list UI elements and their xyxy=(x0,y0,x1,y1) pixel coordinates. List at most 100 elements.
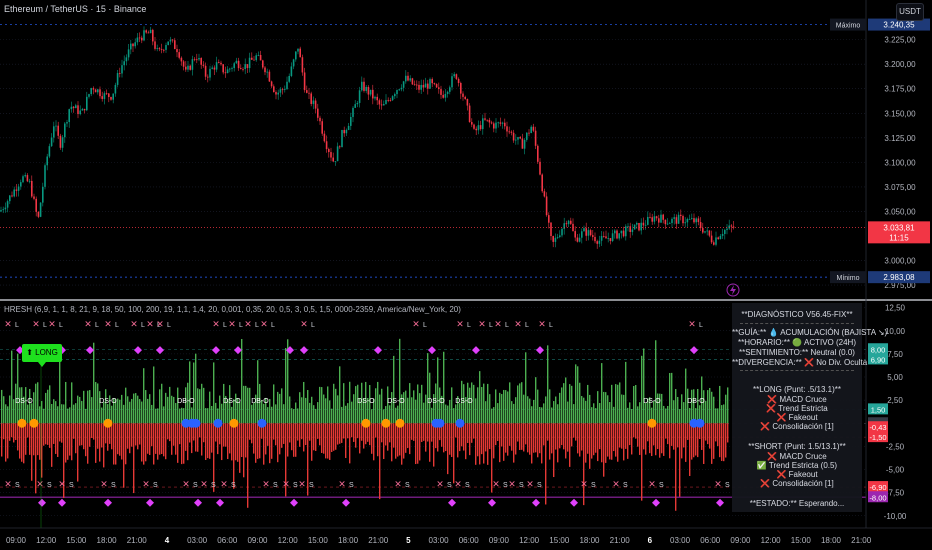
oscillator-bar-positive xyxy=(619,382,621,424)
oscillator-bar-positive xyxy=(45,392,47,424)
oscillator-bar-positive xyxy=(693,389,695,424)
candle-body xyxy=(314,100,317,109)
oscillator-bar-positive xyxy=(587,384,589,424)
oscillator-bar-negative xyxy=(573,423,575,438)
candle-body xyxy=(354,104,356,108)
time-tick-label: 12:00 xyxy=(519,536,540,545)
oscillator-bar-positive xyxy=(407,397,409,424)
oscillator-bar-positive xyxy=(43,408,45,424)
oscillator-bar-negative xyxy=(239,423,241,473)
oscillator-bar-positive xyxy=(213,362,215,424)
oscillator-bar-positive xyxy=(13,399,15,424)
time-tick-label: 15:00 xyxy=(549,536,570,545)
candle-body xyxy=(622,230,625,237)
oscillator-bar-negative xyxy=(339,423,341,444)
oscillator-bar-negative xyxy=(463,423,465,451)
oscillator-bar-negative xyxy=(637,423,639,447)
time-tick-label: 06:00 xyxy=(217,536,238,545)
candle-body xyxy=(532,126,535,131)
oscillator-bar-negative xyxy=(687,423,689,440)
candle-body xyxy=(53,126,55,138)
long-cross-marker: ✕ xyxy=(228,320,236,330)
candle-body xyxy=(156,48,158,50)
oscillator-bar-positive xyxy=(561,387,563,424)
trading-chart[interactable]: ✕ L ✕ L ✕ L ✕ L ✕ L ✕ L ✕ L ✕ L ✕ L ✕ L ✕ L ✕ L ✕ L ✕ L ✕ L ✕ L ✕ L ✕ L ✕ L ✕ L… xyxy=(0,0,932,550)
long-cross-label: L xyxy=(505,322,509,329)
short-cross-marker: ✕ xyxy=(58,480,66,490)
candle-body xyxy=(673,217,675,219)
oscillator-bar-positive xyxy=(569,384,571,424)
signal-dot xyxy=(213,418,223,428)
oscillator-bar-positive xyxy=(29,388,31,424)
candle-body xyxy=(328,149,330,153)
candle-body xyxy=(323,133,326,142)
oscillator-bar-positive xyxy=(151,404,153,424)
oscillator-bar-negative xyxy=(457,423,459,458)
oscillator-bar-negative xyxy=(341,423,343,443)
oscillator-bar-negative xyxy=(159,423,161,455)
currency-button[interactable]: USDT xyxy=(896,3,924,21)
oscillator-bar-negative xyxy=(335,423,337,450)
long-signal-label: ⬆ LONG xyxy=(22,344,62,367)
oscillator-bar-negative xyxy=(265,423,267,455)
oscillator-bar-negative xyxy=(535,423,537,453)
oscillator-bar-negative xyxy=(289,423,291,443)
last-price-value: 3.033,81 xyxy=(883,223,915,232)
price-tick-label: 3.050,00 xyxy=(884,207,916,216)
oscillator-bar-positive xyxy=(161,383,163,424)
oscillator-bar-negative xyxy=(623,423,625,461)
oscillator-bar-positive xyxy=(505,390,507,424)
candle-body xyxy=(114,84,117,94)
candle-body xyxy=(495,122,497,129)
candle-body xyxy=(640,222,642,231)
candle-body xyxy=(394,94,396,97)
candle-body xyxy=(6,201,9,208)
oscillator-bar-negative xyxy=(297,423,299,441)
candle-body xyxy=(567,220,570,225)
oscillator-bar-positive xyxy=(67,408,69,424)
candle-body xyxy=(334,161,337,162)
candle-body xyxy=(607,238,609,239)
oscillator-bar-positive xyxy=(485,401,487,424)
long-cross-label: L xyxy=(255,322,259,329)
candle-body xyxy=(231,68,233,69)
oscillator-bar-positive xyxy=(61,404,63,424)
price-tick-label: 3.175,00 xyxy=(884,85,916,94)
oscillator-bar-negative xyxy=(433,423,435,467)
long-cross-label: L xyxy=(167,322,171,329)
oscillator-bar-negative xyxy=(705,423,707,441)
candle-body xyxy=(488,119,491,123)
oscillator-bar-negative xyxy=(301,423,303,440)
indicator-title[interactable]: HRESH (6,9, 1, 1, 8, 21, 9, 18, 50, 100,… xyxy=(4,305,461,314)
oscillator-bar-negative xyxy=(533,423,535,453)
oscillator-bar-negative xyxy=(183,423,185,464)
candle-body xyxy=(57,125,59,136)
candle-body xyxy=(99,89,101,97)
oscillator-bar-positive xyxy=(27,404,29,424)
candle-body xyxy=(380,104,383,106)
oscillator-bar-positive xyxy=(677,396,679,424)
candle-body xyxy=(46,156,48,166)
oscillator-bar-positive xyxy=(279,393,281,424)
candle-body xyxy=(33,196,35,199)
candle-body xyxy=(211,67,213,69)
candle-body xyxy=(262,60,264,68)
oscillator-bar-positive xyxy=(611,384,613,424)
candle-body xyxy=(365,86,367,91)
candle-body xyxy=(405,75,407,82)
candle-body xyxy=(508,131,510,133)
oscillator-bar-positive xyxy=(621,394,623,424)
candle-body xyxy=(147,32,150,34)
candle-body xyxy=(127,49,130,58)
oscillator-bar-negative xyxy=(271,423,273,459)
long-cross-marker: ✕ xyxy=(688,320,696,330)
oscillator-bar-negative xyxy=(657,423,659,449)
oscillator-bar-positive xyxy=(57,406,59,424)
oscillator-bar-negative xyxy=(659,423,661,458)
signal-dot xyxy=(455,418,465,428)
oscillator-bar-negative xyxy=(485,423,487,452)
oscillator-bar-positive xyxy=(663,405,665,424)
candle-body xyxy=(682,215,684,224)
oscillator-bar-negative xyxy=(125,423,127,465)
candle-body xyxy=(713,242,715,245)
